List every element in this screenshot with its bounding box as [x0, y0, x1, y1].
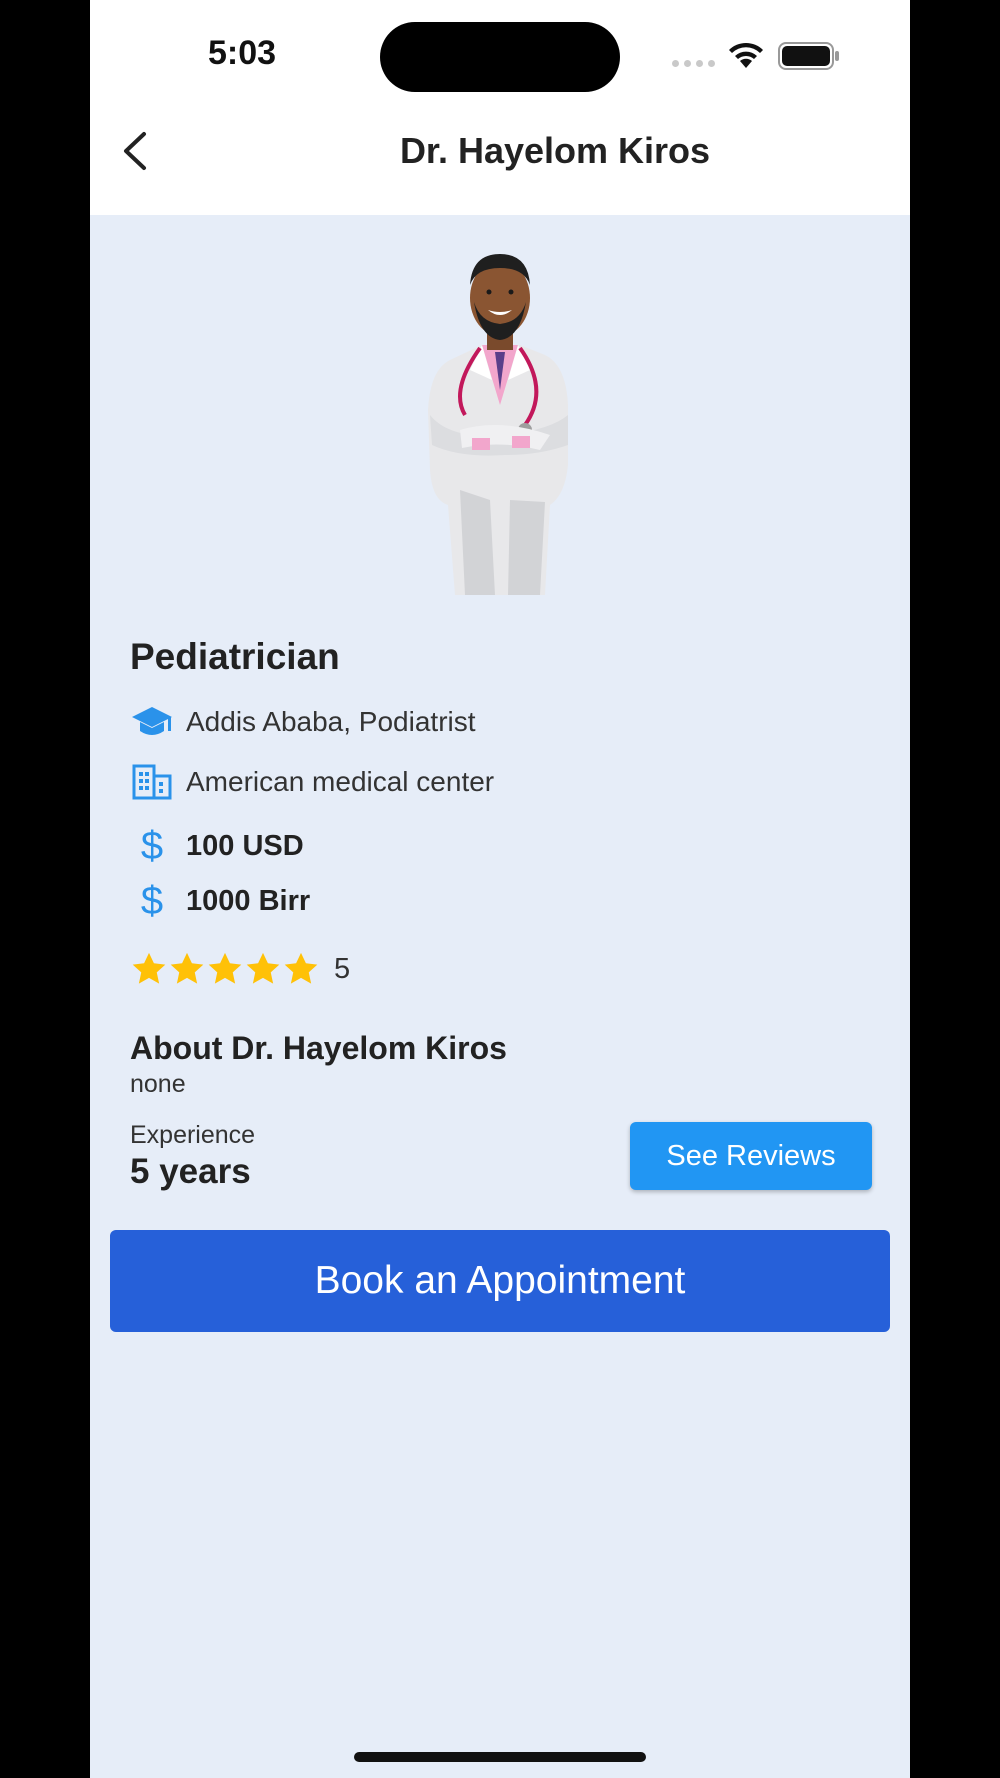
star-icon	[208, 952, 242, 984]
fee-usd-row: $ 100 USD	[130, 824, 304, 868]
building-icon	[130, 760, 174, 804]
home-indicator	[354, 1752, 646, 1762]
hospital-text: American medical center	[186, 766, 495, 797]
fee-birr-text: 1000 Birr	[186, 884, 311, 917]
education-row: Addis Ababa, Podiatrist	[130, 700, 476, 744]
rating-stars	[130, 950, 320, 988]
experience-label: Experience	[130, 1121, 256, 1149]
dollar-icon: $	[140, 879, 164, 923]
status-bar: 5:03	[90, 0, 910, 110]
status-time: 5:03	[208, 34, 277, 72]
dollar-icon: $	[140, 824, 164, 868]
fee-birr-row: $ 1000 Birr	[130, 879, 310, 923]
experience-value: 5 years	[130, 1152, 251, 1191]
graduation-cap-icon	[130, 700, 174, 744]
signal-icon	[672, 60, 715, 67]
see-reviews-button[interactable]: See Reviews	[630, 1122, 872, 1190]
star-icon	[246, 952, 280, 984]
page-title: Dr. Hayelom Kiros	[399, 130, 711, 171]
rating: 5	[130, 950, 350, 988]
fee-usd-text: 100 USD	[186, 829, 304, 862]
battery-icon	[778, 42, 839, 70]
star-icon	[132, 952, 166, 984]
star-icon	[284, 952, 318, 984]
hospital-row: American medical center	[130, 760, 494, 804]
nav-header: Dr. Hayelom Kiros	[90, 110, 910, 215]
wifi-icon	[729, 42, 763, 68]
about-text: none	[130, 1070, 186, 1098]
star-icon	[170, 952, 204, 984]
phone-screen: 5:03 Dr. Hayelom Kiros Pediatrician Addi…	[90, 0, 910, 1778]
book-appointment-button[interactable]: Book an Appointment	[110, 1230, 890, 1332]
education-text: Addis Ababa, Podiatrist	[186, 706, 476, 737]
doctor-avatar	[428, 254, 568, 595]
about-title: About Dr. Hayelom Kiros	[130, 1030, 507, 1066]
dynamic-island	[380, 22, 620, 92]
rating-value: 5	[334, 952, 351, 985]
specialty-title: Pediatrician	[130, 636, 340, 677]
